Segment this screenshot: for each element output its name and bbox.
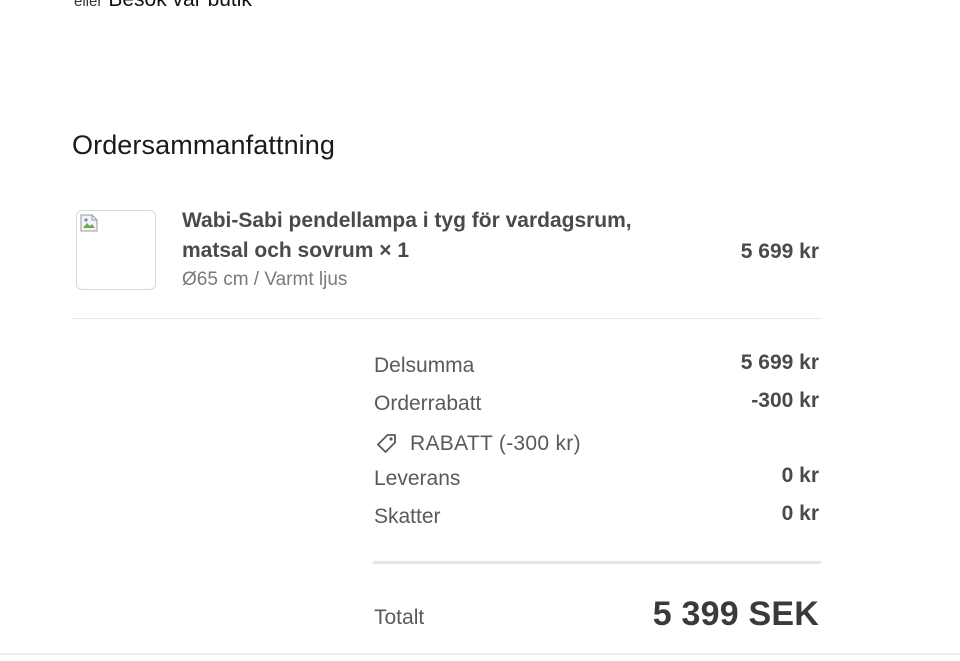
totals-divider	[373, 561, 821, 564]
tag-icon	[377, 434, 396, 453]
subtotal-label: Delsumma	[374, 354, 475, 377]
subtotal-row: Delsumma 5 699 kr	[373, 350, 821, 388]
visit-store-link[interactable]: Besök vår butik	[108, 0, 252, 12]
taxes-label: Skatter	[374, 504, 441, 528]
or-text: eller	[74, 0, 103, 10]
order-discount-row: Orderrabatt -300 kr	[373, 388, 821, 426]
order-discount-value: -300 kr	[751, 388, 819, 412]
product-thumbnail	[76, 210, 156, 290]
discount-code-row: RABATT (-300 kr)	[373, 425, 821, 463]
total-value: 5 399 SEK	[652, 595, 819, 633]
total-label: Totalt	[374, 606, 425, 629]
bottom-divider	[0, 653, 960, 655]
discount-code-label: RABATT (-300 kr)	[410, 432, 581, 455]
line-item: Wabi-Sabi pendellampa i tyg för vardagsr…	[72, 206, 821, 319]
taxes-value: 0 kr	[781, 501, 819, 525]
store-alternative-line: eller Besök vår butik	[74, 0, 252, 12]
shipping-label: Leverans	[374, 467, 461, 490]
order-summary-page: eller Besök vår butik Ordersammanfattnin…	[0, 0, 960, 661]
shipping-row: Leverans 0 kr	[373, 463, 821, 501]
order-discount-label: Orderrabatt	[374, 391, 482, 415]
order-summary-title: Ordersammanfattning	[72, 130, 336, 160]
subtotal-value: 5 699 kr	[740, 351, 819, 374]
totals-block: Delsumma 5 699 kr Orderrabatt -300 kr RA…	[373, 350, 821, 633]
taxes-row: Skatter 0 kr	[373, 501, 821, 539]
total-row: Totalt 5 399 SEK	[373, 590, 821, 650]
product-price: 5 699 kr	[740, 240, 819, 263]
shipping-value: 0 kr	[781, 464, 819, 487]
product-name: Wabi-Sabi pendellampa i tyg för vardagsr…	[182, 209, 632, 262]
broken-image-icon	[80, 214, 98, 232]
product-variant: Ø65 cm / Varmt ljus	[182, 269, 348, 290]
